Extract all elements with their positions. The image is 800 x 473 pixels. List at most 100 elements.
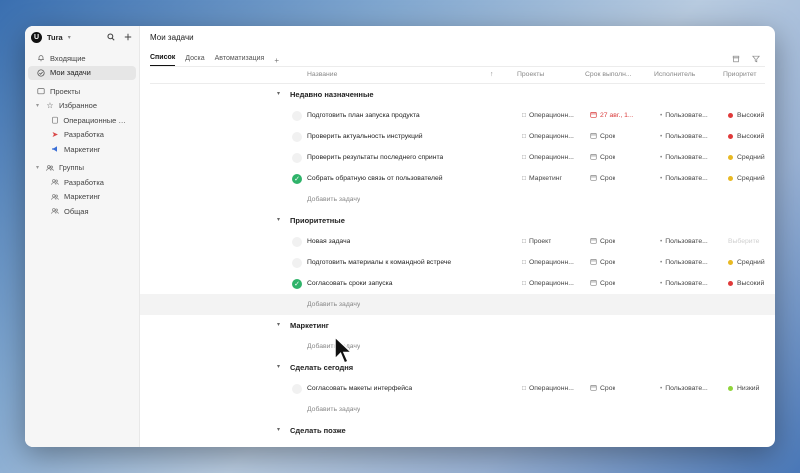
filter-icon[interactable] (751, 54, 761, 64)
add-task-button[interactable]: Добавить задачу (307, 189, 360, 210)
task-name[interactable]: Новая задача (307, 231, 350, 252)
task-assignee[interactable]: • Пользовате... (660, 147, 722, 168)
chevron-down-icon[interactable]: ▾ (277, 363, 280, 370)
chevron-down-icon[interactable]: ▾ (277, 426, 280, 433)
task-priority[interactable]: Низкий (728, 378, 775, 399)
column-header-assignee[interactable]: Исполнитель (654, 71, 695, 78)
add-task-button[interactable]: Добавить задачу (307, 399, 360, 420)
task-assignee[interactable]: • Пользовате... (660, 126, 722, 147)
group-header[interactable]: ▾ Маркетинг (140, 315, 775, 336)
task-project[interactable]: □ Операционн... (522, 378, 584, 399)
task-project[interactable]: □ Операционн... (522, 147, 584, 168)
group-header[interactable]: ▾ Недавно назначенные (140, 84, 775, 105)
task-priority[interactable]: Средний (728, 252, 775, 273)
add-task-button[interactable]: Добавить задачу (307, 294, 360, 315)
checkbox[interactable] (292, 110, 302, 121)
sort-arrow-icon[interactable]: ↑ (490, 71, 493, 78)
column-header-due[interactable]: Срок выполн... (585, 71, 632, 78)
sidebar-favorite-item[interactable]: ➤ Разработка (28, 128, 136, 143)
add-task-row[interactable]: Добавить задачу (140, 336, 775, 357)
task-priority[interactable]: Высокий (728, 126, 775, 147)
table-row[interactable]: Согласовать макеты интерфейса □ Операционн… (140, 378, 775, 399)
task-due[interactable]: Срок (590, 168, 652, 189)
group-header[interactable]: ▾ Сделать сегодня (140, 357, 775, 378)
task-priority[interactable]: Средний (728, 147, 775, 168)
task-assignee[interactable]: • Пользовате... (660, 378, 722, 399)
task-project[interactable]: □ Операционн... (522, 273, 584, 294)
chevron-down-icon[interactable]: ▾ (277, 321, 280, 328)
tab-automation[interactable]: Автоматизация (215, 55, 265, 66)
table-row[interactable]: Новая задача □ Проект Срок • Пользовате... Выб… (140, 231, 775, 252)
checkbox[interactable] (292, 236, 302, 247)
task-name[interactable]: Подготовить план запуска продукта (307, 105, 420, 126)
task-assignee[interactable]: • Пользовате... (660, 168, 722, 189)
group-header[interactable]: ▾ Сделать позже (140, 420, 775, 441)
task-priority[interactable]: Высокий (728, 105, 775, 126)
task-assignee[interactable]: • Пользовате... (660, 273, 722, 294)
add-task-row[interactable]: Добавить задачу (140, 399, 775, 420)
chevron-down-icon[interactable]: ▾ (277, 90, 280, 97)
chevron-down-icon[interactable]: ▾ (277, 216, 280, 223)
table-row[interactable]: Подготовить план запуска продукта □ Операц… (140, 105, 775, 126)
task-name[interactable]: Проверить результаты последнего спринта (307, 147, 443, 168)
task-name[interactable]: Согласовать макеты интерфейса (307, 378, 412, 399)
sidebar-item-my-tasks[interactable]: Мои задачи (28, 65, 136, 80)
task-due[interactable]: Срок (590, 273, 652, 294)
project-icon: □ (522, 133, 526, 140)
task-assignee[interactable]: • Пользовате... (660, 252, 722, 273)
task-project[interactable]: □ Операционн... (522, 105, 584, 126)
add-tab-icon[interactable]: + (274, 56, 279, 65)
task-project[interactable]: □ Проект (522, 231, 584, 252)
column-header-name[interactable]: Название (307, 71, 337, 78)
task-due[interactable]: Срок (590, 252, 652, 273)
sidebar-section-favorites[interactable]: ▾ ☆ Избранное (28, 99, 136, 114)
table-row[interactable]: ✓ Собрать обратную связь от пользователей… (140, 168, 775, 189)
task-priority[interactable]: Выберите (728, 231, 775, 252)
sidebar-item-projects[interactable]: Проекты (28, 84, 136, 99)
checkbox[interactable] (292, 383, 302, 394)
tab-board[interactable]: Доска (185, 55, 204, 66)
workspace-switcher[interactable]: U Tura ▾ (25, 27, 139, 47)
checkbox[interactable] (292, 131, 302, 142)
sidebar-favorite-item[interactable]: Операционные за... (28, 113, 136, 128)
task-project[interactable]: □ Операционн... (522, 252, 584, 273)
task-name[interactable]: Согласовать сроки запуска (307, 273, 393, 294)
task-due[interactable]: Срок (590, 378, 652, 399)
table-row[interactable]: Проверить актуальность инструкций □ Операц… (140, 126, 775, 147)
archive-icon[interactable] (731, 54, 741, 64)
tab-list[interactable]: Список (150, 54, 176, 66)
sidebar-group-item[interactable]: Разработка (28, 175, 136, 190)
add-task-row[interactable]: Добавить задачу (140, 294, 775, 315)
sidebar-group-item[interactable]: Общая (28, 204, 136, 219)
table-row[interactable]: Подготовить материалы к командной встреч… (140, 252, 775, 273)
checkbox[interactable] (292, 152, 302, 163)
check-done-icon[interactable]: ✓ (292, 278, 302, 289)
task-due[interactable]: Срок (590, 231, 652, 252)
group-header[interactable]: ▾ Приоритетные (140, 210, 775, 231)
task-due[interactable]: 27 авг., 1... (590, 105, 652, 126)
check-done-icon[interactable]: ✓ (292, 173, 302, 184)
task-name[interactable]: Подготовить материалы к командной встреч… (307, 252, 451, 273)
task-assignee[interactable]: • Пользовате... (660, 231, 722, 252)
sidebar-item-inbox[interactable]: Входящие (28, 51, 136, 66)
sidebar-section-groups[interactable]: ▾ Группы (28, 161, 136, 176)
task-name[interactable]: Собрать обратную связь от пользователей (307, 168, 443, 189)
task-priority[interactable]: Высокий (728, 273, 775, 294)
task-project[interactable]: □ Операционн... (522, 126, 584, 147)
sidebar-favorite-item[interactable]: Маркетинг (28, 142, 136, 157)
table-row[interactable]: ✓ Согласовать сроки запуска □ Операционн...… (140, 273, 775, 294)
task-priority[interactable]: Средний (728, 168, 775, 189)
column-header-priority[interactable]: Приоритет (723, 71, 757, 78)
add-task-row[interactable]: Добавить задачу (140, 189, 775, 210)
task-name[interactable]: Проверить актуальность инструкций (307, 126, 423, 147)
checkbox[interactable] (292, 257, 302, 268)
plus-icon[interactable] (123, 32, 133, 42)
table-row[interactable]: Проверить результаты последнего спринта □… (140, 147, 775, 168)
search-icon[interactable] (106, 32, 116, 42)
column-header-projects[interactable]: Проекты (517, 71, 544, 78)
task-due[interactable]: Срок (590, 126, 652, 147)
task-due[interactable]: Срок (590, 147, 652, 168)
sidebar-group-item[interactable]: Маркетинг (28, 190, 136, 205)
task-project[interactable]: □ Маркетинг (522, 168, 584, 189)
task-assignee[interactable]: • Пользовате... (660, 105, 722, 126)
